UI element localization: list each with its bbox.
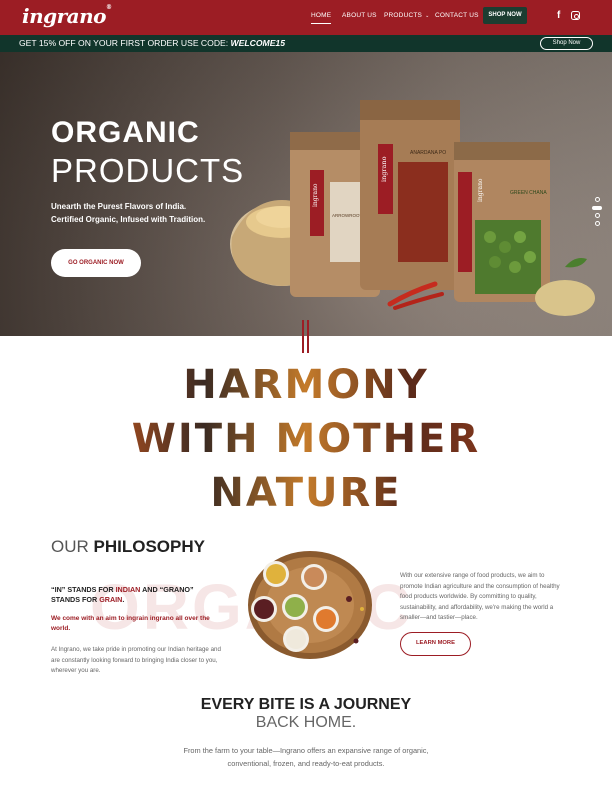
promo-shop-now-button[interactable]: Shop Now (540, 37, 593, 50)
in-grano-meaning: “IN” STANDS FOR INDIAN AND “GRANO” STAND… (51, 585, 194, 604)
nav-item-products[interactable]: PRODUCTS ⌄ (384, 12, 429, 19)
package-name: ANARDANA PO (410, 150, 446, 156)
hero-banner: ingrano ARROWROOT FLOUR ingrano ANARDANA… (0, 52, 612, 336)
facebook-icon[interactable]: f (557, 10, 560, 21)
package-name: GREEN CHANA (510, 190, 547, 196)
brand-logo[interactable]: ingrano® (22, 4, 112, 28)
divider-red-lines (302, 320, 310, 353)
go-organic-now-button[interactable]: GO ORGANIC NOW (51, 249, 141, 277)
chevron-down-icon: ⌄ (425, 13, 430, 19)
journey-title: EVERY BITE IS A JOURNEY (200, 696, 412, 713)
hero-title-products: PRODUCTS (51, 152, 245, 189)
nav-item-home[interactable]: HOME (311, 12, 332, 24)
promo-banner: GET 15% OFF ON YOUR FIRST ORDER USE CODE… (0, 35, 612, 52)
hero-subtitle: Unearth the Purest Flavors of India. Cer… (51, 202, 206, 224)
philosophy-paragraph-left: At Ingrano, we take pride in promoting o… (51, 646, 221, 674)
promo-code: WELCOME15 (230, 38, 285, 48)
shop-now-button[interactable]: SHOP NOW (483, 7, 527, 24)
package-brand: ingrano (312, 183, 319, 207)
top-navigation-bar: ingrano® HOME ABOUT US PRODUCTS ⌄ CONTACT… (0, 0, 612, 35)
promo-text: GET 15% OFF ON YOUR FIRST ORDER USE CODE… (19, 38, 285, 48)
hero-title-organic: ORGANIC (51, 116, 200, 149)
package-brand: ingrano (477, 178, 484, 202)
learn-more-button[interactable]: LEARN MORE (400, 632, 471, 656)
instagram-icon[interactable] (571, 11, 580, 20)
slider-dot[interactable] (595, 213, 600, 218)
package-brand: ingrano (380, 156, 388, 182)
mission-statement: We come with an aim to ingrain ingrano a… (51, 615, 210, 632)
philosophy-title: OUR PHILOSOPHY (51, 537, 205, 556)
slider-dot[interactable] (595, 197, 600, 202)
nav-item-contact-us[interactable]: CONTACT US (435, 12, 479, 19)
journey-description: From the farm to your table—Ingrano offe… (183, 746, 429, 768)
philosophy-paragraph-right: With our extensive range of food product… (400, 572, 560, 621)
harmony-heading-line3: NATURE (0, 470, 612, 516)
slider-dot[interactable] (595, 221, 600, 226)
slider-dot-active[interactable] (592, 206, 602, 210)
journey-subtitle: BACK HOME. (255, 714, 357, 731)
harmony-heading-line1: HARMONY (0, 362, 612, 408)
nav-item-about-us[interactable]: ABOUT US (342, 12, 377, 19)
harmony-heading-line2: WITH MOTHER (0, 416, 612, 462)
hero-product-image: ingrano ARROWROOT FLOUR ingrano ANARDANA… (230, 100, 595, 316)
grains-board-image (248, 551, 372, 659)
